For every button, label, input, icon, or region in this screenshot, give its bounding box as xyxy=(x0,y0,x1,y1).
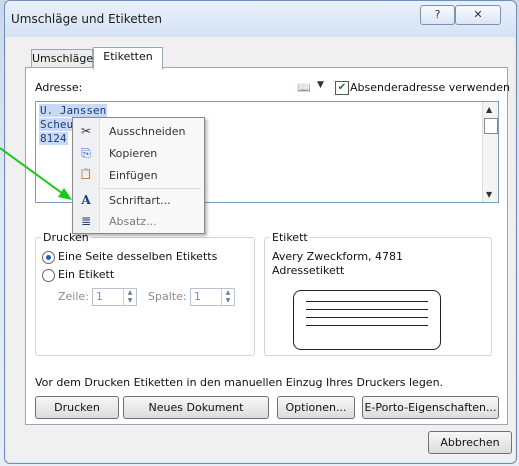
annotation-arrow xyxy=(0,147,72,200)
arrow-head-icon xyxy=(58,188,72,200)
arrow-shaft xyxy=(0,147,67,197)
